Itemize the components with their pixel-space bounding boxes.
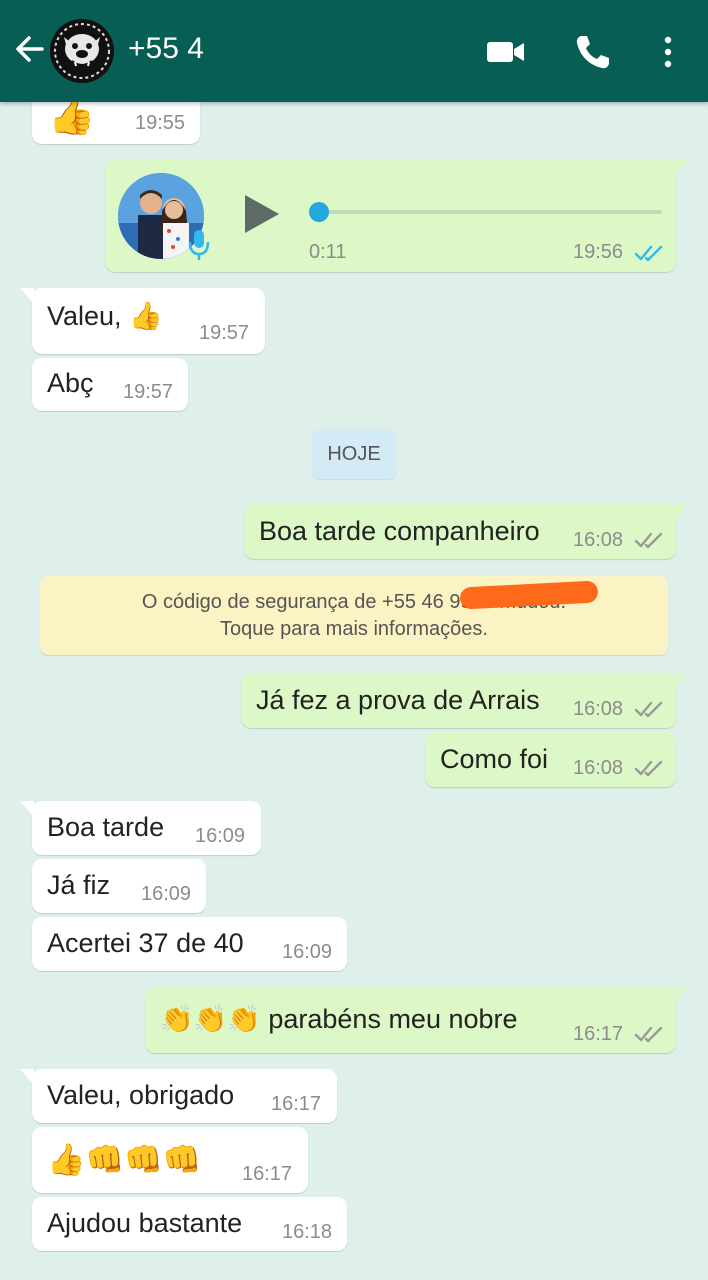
- voice-progress-handle[interactable]: [309, 202, 329, 222]
- message-time: 19:55: [135, 112, 186, 134]
- contact-avatar[interactable]: [50, 19, 114, 83]
- message-time: 16:18: [282, 1221, 333, 1243]
- message-time: 16:08: [573, 698, 624, 720]
- voice-duration: 0:11: [309, 241, 347, 263]
- back-arrow-icon[interactable]: [12, 32, 46, 66]
- message-incoming[interactable]: 👍👊👊👊 16:17: [32, 1127, 308, 1193]
- more-options-icon[interactable]: [648, 32, 688, 72]
- delivered-ticks-icon: [634, 532, 663, 549]
- message-incoming[interactable]: Valeu, obrigado 16:17: [20, 1069, 337, 1123]
- message-text: Boa tarde: [47, 812, 165, 842]
- message-text: Ajudou bastante: [47, 1208, 243, 1238]
- chat-area: 👍 19:55 0:11 19:56 Valeu, 👍 19:57 Abç 19…: [0, 72, 708, 1280]
- message-incoming[interactable]: Abç 19:57: [32, 358, 188, 411]
- message-outgoing[interactable]: Já fez a prova de Arrais 16:08: [241, 673, 688, 728]
- voice-call-icon[interactable]: [573, 32, 613, 72]
- message-text: Boa tarde companheiro: [259, 516, 540, 546]
- read-receipt-icon: [634, 245, 663, 262]
- message-incoming[interactable]: Acertei 37 de 40 16:09: [32, 917, 347, 971]
- message-text: Abç: [47, 368, 94, 398]
- message-text: Já fez a prova de Arrais: [256, 685, 540, 715]
- security-notice-line2: Toque para mais informações.: [220, 618, 488, 640]
- message-text: 👏👏👏 parabéns meu nobre: [160, 1004, 518, 1034]
- voice-message[interactable]: 0:11 19:56: [105, 160, 688, 272]
- message-time: 19:57: [123, 381, 174, 403]
- message-time: 16:08: [573, 757, 624, 779]
- message-time: 19:57: [199, 322, 250, 344]
- message-text: Já fiz: [47, 870, 111, 900]
- microphone-icon: [188, 230, 210, 260]
- security-notice-start: O código de segurança de +55 46 9929: [141, 591, 494, 613]
- message-time: 16:09: [282, 941, 333, 963]
- message-time: 16:17: [271, 1093, 322, 1115]
- video-call-icon[interactable]: [485, 32, 527, 72]
- message-time: 19:56: [573, 241, 624, 263]
- message-text: Valeu, obrigado: [47, 1080, 235, 1110]
- delivered-ticks-icon: [634, 701, 663, 718]
- play-icon[interactable]: [243, 193, 281, 235]
- voice-progress-track: [319, 210, 662, 214]
- message-time: 16:09: [195, 825, 246, 847]
- bulldog-avatar-icon: [50, 19, 114, 83]
- day-separator: HOJE: [312, 429, 396, 479]
- message-text: Valeu, 👍: [47, 301, 163, 331]
- chat-header: +55 4: [0, 0, 708, 102]
- message-incoming[interactable]: Ajudou bastante 16:18: [32, 1197, 347, 1251]
- message-incoming[interactable]: Já fiz 16:09: [32, 859, 206, 913]
- message-time: 16:08: [573, 529, 624, 551]
- message-text: Acertei 37 de 40: [47, 928, 244, 958]
- message-incoming[interactable]: Boa tarde 16:09: [20, 801, 261, 855]
- message-time: 16:17: [573, 1023, 624, 1045]
- message-text: 👍👊👊👊: [47, 1142, 202, 1177]
- message-incoming[interactable]: Valeu, 👍 19:57: [20, 288, 265, 354]
- message-text: Como foi: [440, 744, 549, 774]
- message-time: 16:09: [141, 883, 192, 905]
- message-time: 16:17: [242, 1163, 293, 1185]
- message-outgoing[interactable]: Boa tarde companheiro 16:08: [244, 504, 688, 559]
- delivered-ticks-icon: [634, 1026, 663, 1043]
- message-outgoing[interactable]: 👏👏👏 parabéns meu nobre 16:17: [145, 987, 688, 1053]
- delivered-ticks-icon: [634, 760, 663, 777]
- security-code-notice[interactable]: O código de segurança de +55 46 9929 mud…: [40, 576, 668, 655]
- contact-name[interactable]: +55 4: [128, 32, 204, 66]
- message-outgoing[interactable]: Como foi 16:08: [425, 732, 676, 787]
